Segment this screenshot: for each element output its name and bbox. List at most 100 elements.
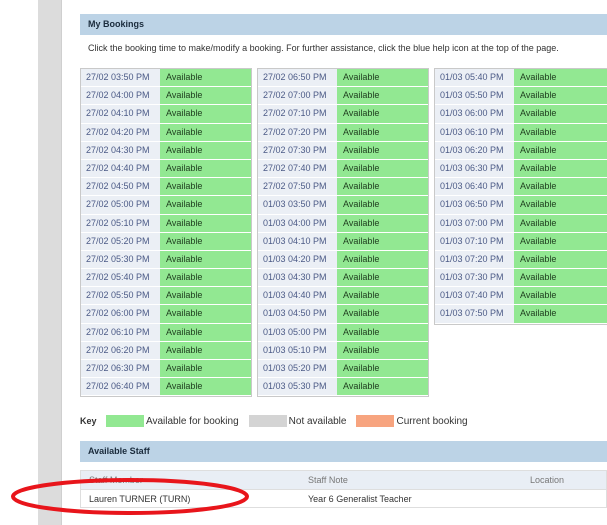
booking-time-link[interactable]: 27/02 06:30 PM	[81, 360, 160, 378]
booking-slot-row: 01/03 06:50 PM Available	[435, 196, 607, 215]
booking-time-link[interactable]: 27/02 06:50 PM	[258, 69, 337, 87]
booking-time-link[interactable]: 01/03 05:20 PM	[258, 360, 337, 378]
booking-slot-row: 01/03 07:10 PM Available	[435, 232, 607, 251]
booking-time-link[interactable]: 01/03 04:00 PM	[258, 214, 337, 232]
booking-slot-row: 27/02 06:40 PM Available	[81, 378, 251, 397]
booking-time-link[interactable]: 27/02 04:50 PM	[81, 178, 160, 196]
booking-slot-row: 27/02 05:20 PM Available	[81, 232, 251, 251]
booking-time-link[interactable]: 01/03 06:40 PM	[435, 178, 514, 196]
booking-status: Available	[337, 214, 428, 232]
booking-time-link[interactable]: 01/03 05:10 PM	[258, 341, 337, 359]
booking-time-link[interactable]: 01/03 05:30 PM	[258, 378, 337, 396]
booking-time-link[interactable]: 01/03 04:50 PM	[258, 305, 337, 323]
booking-time-link[interactable]: 27/02 05:50 PM	[81, 287, 160, 305]
staff-note: Year 6 Generalist Teacher	[308, 494, 412, 504]
staff-location	[522, 490, 606, 507]
booking-time-link[interactable]: 27/02 07:40 PM	[258, 159, 337, 178]
booking-slot-row: 01/03 07:40 PM Available	[435, 287, 607, 306]
booking-time-link[interactable]: 01/03 07:40 PM	[435, 287, 514, 305]
booking-time-link[interactable]: 27/02 06:00 PM	[81, 305, 160, 323]
booking-status: Available	[160, 305, 251, 323]
booking-status: Available	[514, 87, 607, 105]
booking-status: Available	[160, 232, 251, 250]
booking-time-link[interactable]: 27/02 06:20 PM	[81, 341, 160, 359]
booking-slot-row: 27/02 07:00 PM Available	[258, 87, 428, 106]
slot-column-3: 01/03 05:40 PM Available 01/03 05:50 PM Ava…	[434, 68, 607, 325]
booking-time-link[interactable]: 01/03 04:10 PM	[258, 232, 337, 250]
booking-time-link[interactable]: 01/03 05:40 PM	[435, 69, 514, 87]
legend-swatch-available	[106, 415, 144, 427]
booking-time-link[interactable]: 01/03 07:10 PM	[435, 232, 514, 250]
column-header-staff-member[interactable]: Staff Member	[81, 471, 300, 489]
booking-time-link[interactable]: 01/03 06:00 PM	[435, 105, 514, 123]
booking-time-link[interactable]: 27/02 04:00 PM	[81, 87, 160, 105]
booking-time-link[interactable]: 27/02 04:10 PM	[81, 105, 160, 123]
booking-time-link[interactable]: 01/03 06:30 PM	[435, 159, 514, 178]
booking-time-link[interactable]: 01/03 04:20 PM	[258, 250, 337, 269]
booking-time-link[interactable]: 27/02 05:10 PM	[81, 214, 160, 232]
booking-status: Available	[337, 87, 428, 105]
booking-time-link[interactable]: 27/02 07:10 PM	[258, 105, 337, 123]
booking-time-link[interactable]: 01/03 07:50 PM	[435, 305, 514, 323]
booking-slot-row: 01/03 05:20 PM Available	[258, 360, 428, 379]
booking-status: Available	[514, 250, 607, 269]
booking-time-link[interactable]: 01/03 05:00 PM	[258, 323, 337, 341]
booking-time-link[interactable]: 27/02 07:20 PM	[258, 123, 337, 141]
booking-slot-row: 27/02 05:40 PM Available	[81, 269, 251, 288]
booking-time-link[interactable]: 27/02 05:00 PM	[81, 196, 160, 214]
booking-time-link[interactable]: 01/03 04:30 PM	[258, 269, 337, 287]
booking-time-link[interactable]: 01/03 06:50 PM	[435, 196, 514, 214]
page-margin	[0, 0, 38, 525]
booking-status: Available	[160, 196, 251, 214]
booking-time-link[interactable]: 27/02 07:50 PM	[258, 178, 337, 196]
column-header-location[interactable]: Location	[522, 471, 606, 489]
booking-status: Available	[337, 341, 428, 359]
booking-status: Available	[337, 250, 428, 269]
booking-status: Available	[160, 323, 251, 341]
booking-slot-row: 01/03 07:30 PM Available	[435, 269, 607, 288]
booking-time-link[interactable]: 01/03 04:40 PM	[258, 287, 337, 305]
booking-status: Available	[337, 323, 428, 341]
booking-time-link[interactable]: 01/03 06:20 PM	[435, 141, 514, 159]
booking-time-link[interactable]: 27/02 05:20 PM	[81, 232, 160, 250]
booking-slot-row: 01/03 04:00 PM Available	[258, 214, 428, 233]
booking-time-link[interactable]: 27/02 04:30 PM	[81, 141, 160, 159]
booking-slot-row: 27/02 04:40 PM Available	[81, 159, 251, 179]
booking-time-link[interactable]: 27/02 06:10 PM	[81, 323, 160, 341]
booking-time-link[interactable]: 01/03 07:30 PM	[435, 269, 514, 287]
booking-status: Available	[337, 360, 428, 378]
booking-time-link[interactable]: 27/02 05:30 PM	[81, 250, 160, 269]
booking-time-link[interactable]: 27/02 06:40 PM	[81, 378, 160, 396]
booking-status: Available	[160, 123, 251, 141]
staff-member-name[interactable]: Lauren TURNER (TURN)	[81, 490, 300, 507]
booking-slot-row: 01/03 06:10 PM Available	[435, 123, 607, 142]
booking-slot-row: 01/03 04:50 PM Available	[258, 305, 428, 324]
booking-status: Available	[337, 123, 428, 141]
slot-column-2: 27/02 06:50 PM Available 27/02 07:00 PM Ava…	[257, 68, 429, 398]
booking-time-link[interactable]: 01/03 07:20 PM	[435, 250, 514, 269]
booking-slot-row: 01/03 05:50 PM Available	[435, 87, 607, 106]
booking-status: Available	[514, 159, 607, 178]
booking-time-link[interactable]: 27/02 05:40 PM	[81, 269, 160, 287]
booking-time-link[interactable]: 27/02 04:40 PM	[81, 159, 160, 178]
booking-time-link[interactable]: 27/02 03:50 PM	[81, 69, 160, 87]
booking-time-link[interactable]: 01/03 07:00 PM	[435, 214, 514, 232]
booking-slot-row: 27/02 07:20 PM Available	[258, 123, 428, 142]
booking-time-link[interactable]: 01/03 05:50 PM	[435, 87, 514, 105]
booking-slot-row: 27/02 06:20 PM Available	[81, 341, 251, 360]
booking-status: Available	[160, 287, 251, 305]
booking-status: Available	[337, 159, 428, 178]
booking-time-link[interactable]: 27/02 07:30 PM	[258, 141, 337, 159]
booking-time-link[interactable]: 01/03 03:50 PM	[258, 196, 337, 214]
booking-time-link[interactable]: 27/02 04:20 PM	[81, 123, 160, 141]
staff-row[interactable]: Lauren TURNER (TURN) Year 6 Generalist T…	[81, 489, 606, 507]
legend: Key Available for booking Not available …	[80, 414, 478, 428]
booking-status: Available	[514, 123, 607, 141]
booking-status: Available	[514, 105, 607, 123]
legend-swatch-current	[356, 415, 395, 427]
booking-time-link[interactable]: 27/02 07:00 PM	[258, 87, 337, 105]
bookings-section-header: My Bookings	[80, 14, 607, 35]
slot-column-1: 27/02 03:50 PM Available 27/02 04:00 PM Ava…	[80, 68, 252, 398]
booking-time-link[interactable]: 01/03 06:10 PM	[435, 123, 514, 141]
column-header-staff-note[interactable]: Staff Note	[300, 471, 522, 489]
